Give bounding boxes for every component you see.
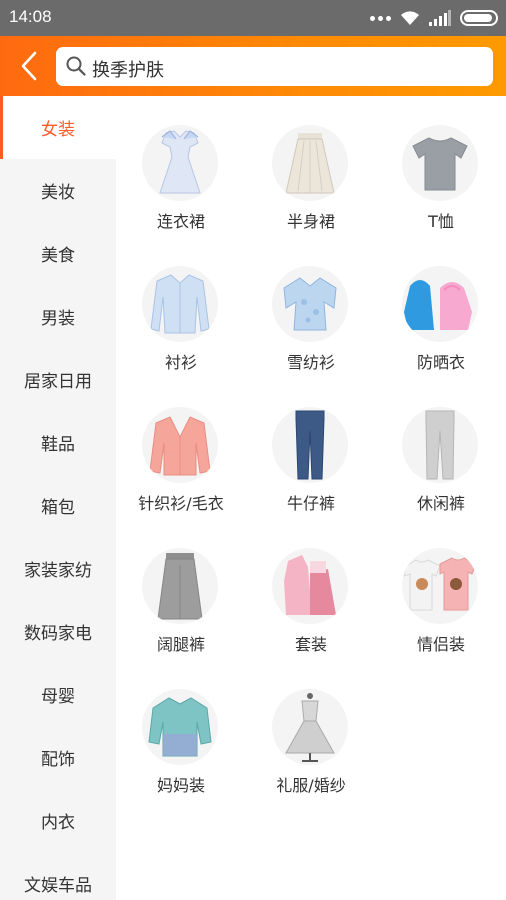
category-label: 休闲裤 (416, 494, 465, 513)
back-button[interactable] (12, 48, 46, 84)
thumb (142, 407, 218, 483)
category-sidebar: 女装 美妆 美食 男装 居家日用 鞋品 箱包 家装家纺 数码家电 母婴 配饰 内… (0, 96, 116, 900)
sidebar-item-label: 女装 (41, 120, 75, 140)
category-item-cardigan[interactable]: 针织衫/毛衣 (116, 378, 246, 513)
chiffon-blouse-icon (283, 277, 337, 331)
sidebar-item-home-textiles[interactable]: 家装家纺 (0, 537, 116, 600)
category-item-wide-leg-pants[interactable]: 阔腿裤 (116, 519, 246, 654)
sidebar-item-baby[interactable]: 母婴 (0, 663, 116, 726)
category-item-jeans[interactable]: 牛仔裤 (246, 378, 376, 513)
category-item-sun-jacket[interactable]: 防晒衣 (376, 237, 506, 372)
thumb (272, 689, 348, 765)
sidebar-item-beauty[interactable]: 美妆 (0, 159, 116, 222)
category-label: T恤 (428, 212, 454, 231)
tshirt-icon (412, 137, 468, 191)
sidebar-item-label: 鞋品 (41, 435, 75, 455)
thumb (142, 548, 218, 624)
search-placeholder: 换季护肤 (92, 60, 164, 81)
thumb (142, 266, 218, 342)
thumb (402, 548, 478, 624)
search-input[interactable]: 换季护肤 (56, 47, 493, 86)
thumb (272, 125, 348, 201)
category-label: 连衣裙 (156, 212, 205, 231)
sidebar-item-label: 美食 (41, 246, 75, 266)
category-label: 情侣装 (416, 635, 465, 654)
thumb (272, 266, 348, 342)
sidebar-item-food[interactable]: 美食 (0, 222, 116, 285)
chevron-left-icon (21, 51, 37, 81)
thumb (142, 689, 218, 765)
gown-icon (285, 693, 335, 762)
status-bar: 14:08 (0, 0, 506, 36)
signal-icon (429, 10, 451, 26)
sidebar-item-label: 居家日用 (24, 372, 92, 392)
sidebar-item-home-daily[interactable]: 居家日用 (0, 348, 116, 411)
couple-tees-icon (403, 557, 477, 611)
sidebar-item-label: 箱包 (41, 498, 75, 518)
category-item-casual-pants[interactable]: 休闲裤 (376, 378, 506, 513)
sidebar-item-entertainment-car[interactable]: 文娱车品 (0, 852, 116, 900)
category-item-skirt[interactable]: 半身裙 (246, 96, 376, 231)
thumb (402, 125, 478, 201)
sidebar-item-label: 文娱车品 (24, 876, 92, 896)
cardigan-icon (149, 416, 211, 476)
thumb (272, 407, 348, 483)
category-label: 套装 (294, 635, 327, 654)
sidebar-item-label: 家装家纺 (24, 561, 92, 581)
thumb (142, 125, 218, 201)
category-item-shirt[interactable]: 衬衫 (116, 237, 246, 372)
category-label: 半身裙 (286, 212, 335, 231)
category-item-dress[interactable]: 连衣裙 (116, 96, 246, 231)
category-label: 针织衫/毛衣 (138, 494, 224, 513)
sidebar-item-mens[interactable]: 男装 (0, 285, 116, 348)
top-bar: 换季护肤 (0, 36, 506, 96)
thumb (402, 266, 478, 342)
casual-pants-icon (425, 410, 455, 480)
sidebar-item-label: 内衣 (41, 813, 75, 833)
category-label: 阔腿裤 (156, 635, 205, 654)
sidebar-item-label: 数码家电 (24, 624, 92, 644)
thumb (272, 548, 348, 624)
sidebar-item-electronics[interactable]: 数码家电 (0, 600, 116, 663)
search-icon (66, 56, 86, 76)
category-label: 礼服/婚纱 (276, 776, 346, 795)
category-label: 妈妈装 (156, 776, 205, 795)
category-item-mom-wear[interactable]: 妈妈装 (116, 660, 246, 795)
status-time: 14:08 (9, 7, 52, 26)
category-item-tshirt[interactable]: T恤 (376, 96, 506, 231)
category-item-outfit-set[interactable]: 套装 (246, 519, 376, 654)
category-item-couple-wear[interactable]: 情侣装 (376, 519, 506, 654)
category-item-gown[interactable]: 礼服/婚纱 (246, 660, 376, 795)
dress-icon (159, 130, 201, 194)
wifi-icon (401, 11, 419, 25)
category-label: 防晒衣 (416, 353, 465, 372)
thumb (402, 407, 478, 483)
outfit-set-icon (284, 555, 336, 615)
category-label: 雪纺衫 (286, 353, 335, 372)
category-label: 牛仔裤 (286, 494, 335, 513)
more-dots-icon (370, 15, 391, 21)
skirt-icon (285, 133, 335, 194)
wide-leg-pants-icon (157, 553, 203, 620)
jeans-icon (295, 410, 325, 480)
category-item-chiffon[interactable]: 雪纺衫 (246, 237, 376, 372)
sidebar-item-womens[interactable]: 女装 (0, 96, 116, 159)
sun-jacket-icon (404, 280, 472, 330)
subcategory-grid: 连衣裙 半身裙 T恤 衬衫 雪纺衫 防晒衣 针织衫/毛衣 牛仔裤 休闲裤 阔腿裤… (116, 96, 506, 900)
sidebar-item-underwear[interactable]: 内衣 (0, 789, 116, 852)
battery-icon (460, 10, 498, 26)
sidebar-item-shoes[interactable]: 鞋品 (0, 411, 116, 474)
sidebar-item-label: 母婴 (41, 687, 75, 707)
sidebar-item-label: 配饰 (41, 750, 75, 770)
shirt-icon (150, 274, 210, 334)
sidebar-item-label: 男装 (41, 309, 75, 329)
status-icons (370, 8, 498, 28)
category-label: 衬衫 (164, 353, 197, 372)
sidebar-item-accessories[interactable]: 配饰 (0, 726, 116, 789)
mom-blouse-icon (148, 697, 212, 757)
sidebar-item-bags[interactable]: 箱包 (0, 474, 116, 537)
sidebar-item-label: 美妆 (41, 183, 75, 203)
